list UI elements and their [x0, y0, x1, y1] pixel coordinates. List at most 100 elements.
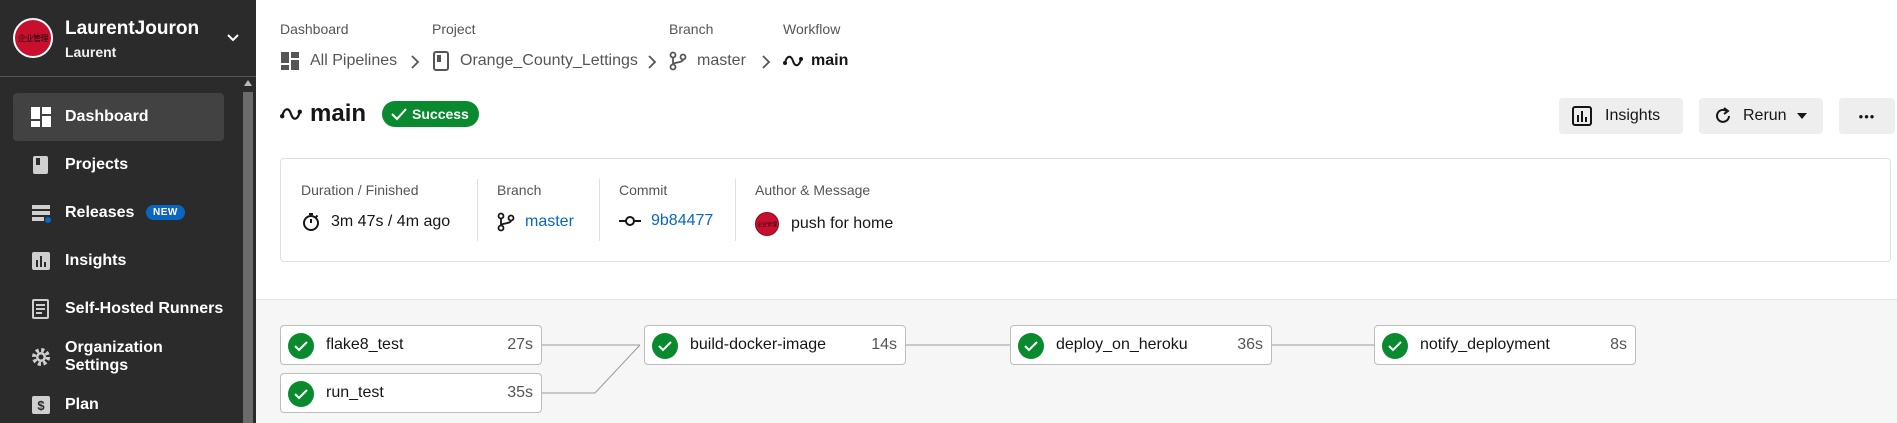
org-switcher[interactable]: 企业管理 LaurentJouron Laurent	[0, 0, 256, 75]
breadcrumb-all-pipelines[interactable]: All Pipelines	[280, 51, 397, 71]
branch-icon	[497, 212, 515, 232]
workflow-header: main Success	[280, 100, 479, 128]
breadcrumb-label-workflow: Workflow	[783, 21, 841, 37]
job-name: run_test	[326, 384, 384, 401]
org-avatar: 企业管理	[13, 18, 53, 58]
page-title: main	[310, 100, 367, 127]
org-name: LaurentJouron	[65, 18, 200, 39]
stopwatch-icon	[303, 213, 319, 231]
svg-text:$: $	[37, 398, 45, 413]
chevron-down-icon[interactable]	[224, 28, 242, 46]
commit-message: push for home	[791, 215, 894, 232]
workflow-icon	[280, 108, 302, 120]
sidebar-item-label: Releases	[65, 204, 135, 221]
plan-icon: $	[30, 394, 52, 416]
avatar: 企业管理	[755, 212, 779, 236]
job-name: notify_deployment	[1420, 336, 1550, 353]
sidebar-item-dashboard[interactable]: Dashboard	[13, 93, 224, 141]
job-name: build-docker-image	[690, 336, 827, 353]
job-duration: 36s	[1237, 336, 1263, 353]
gear-icon	[30, 346, 52, 368]
releases-icon	[30, 202, 52, 224]
more-options-button[interactable]: •••	[1839, 98, 1895, 134]
book-icon	[30, 154, 52, 176]
breadcrumb-text: main	[811, 52, 849, 69]
sidebar-item-runners[interactable]: Self-Hosted Runners	[13, 285, 224, 333]
branch-icon	[669, 51, 687, 71]
sidebar-scroll-thumb[interactable]	[243, 92, 253, 423]
refresh-icon	[1716, 107, 1730, 123]
sidebar-item-releases[interactable]: Releases NEW	[13, 189, 224, 237]
sidebar-nav: Dashboard Projects Releases NEW Insights…	[0, 93, 240, 423]
commit-link[interactable]: 9b84477	[619, 212, 713, 230]
main-content: Dashboard Project Branch Workflow All Pi…	[256, 0, 1897, 423]
insights-button-label: Insights	[1605, 107, 1661, 124]
sidebar-divider	[0, 76, 256, 77]
sidebar-item-projects[interactable]: Projects	[13, 141, 224, 189]
commit-icon	[619, 216, 641, 226]
more-options-icon: •••	[1858, 108, 1876, 124]
branch-label: Branch	[497, 182, 542, 198]
breadcrumb-workflow: main	[783, 51, 848, 71]
dashboard-icon	[30, 106, 52, 128]
job-card[interactable]: flake8_test 27s	[280, 325, 542, 365]
breadcrumb-text: Orange_County_Lettings	[460, 52, 638, 69]
author-label: Author & Message	[755, 182, 871, 198]
job-duration: 14s	[871, 336, 897, 353]
job-duration: 35s	[507, 384, 533, 401]
sidebar: 企业管理 LaurentJouron Laurent Dashboard Pro…	[0, 0, 256, 423]
sidebar-item-plan[interactable]: $ Plan	[13, 381, 224, 423]
breadcrumb-text: master	[697, 52, 746, 69]
success-check-icon	[652, 333, 678, 359]
insights-button[interactable]: Insights	[1559, 98, 1683, 134]
breadcrumb-branch[interactable]: master	[669, 51, 746, 71]
chevron-right-icon	[762, 55, 771, 69]
pipeline-summary: Duration / Finished 3m 47s / 4m ago Bran…	[280, 158, 1891, 262]
job-card[interactable]: deploy_on_heroku 36s	[1010, 325, 1272, 365]
breadcrumb-label-project: Project	[432, 21, 476, 37]
chevron-right-icon	[411, 55, 420, 69]
rerun-button-label: Rerun	[1743, 107, 1787, 124]
sidebar-item-organization-settings[interactable]: Organization Settings	[13, 333, 224, 381]
job-duration: 8s	[1610, 336, 1627, 353]
book-icon	[433, 51, 449, 71]
scroll-up-arrow-icon[interactable]	[244, 80, 252, 86]
workflow-graph: flake8_test 27s run_test 35s build-docke…	[256, 299, 1897, 423]
success-check-icon	[1018, 333, 1044, 359]
org-user: Laurent	[65, 44, 117, 60]
sidebar-item-label: Insights	[65, 252, 127, 269]
sidebar-item-label: Plan	[65, 396, 99, 413]
rerun-button[interactable]: Rerun	[1699, 98, 1823, 134]
duration-value: 3m 47s / 4m ago	[301, 212, 450, 232]
job-name: deploy_on_heroku	[1056, 336, 1188, 353]
status-text: Success	[412, 106, 469, 122]
workflow-icon	[783, 55, 803, 67]
job-card[interactable]: notify_deployment 8s	[1374, 325, 1636, 365]
status-badge: Success	[382, 101, 479, 127]
chevron-right-icon	[648, 55, 657, 69]
insights-icon	[30, 250, 52, 272]
branch-link[interactable]: master	[497, 212, 574, 232]
success-check-icon	[288, 333, 314, 359]
summary-divider	[599, 179, 600, 241]
success-check-icon	[288, 381, 314, 407]
job-duration: 27s	[507, 336, 533, 353]
job-card[interactable]: build-docker-image 14s	[644, 325, 906, 365]
breadcrumb-label-dashboard: Dashboard	[280, 21, 349, 37]
breadcrumb-project[interactable]: Orange_County_Lettings	[432, 51, 638, 71]
summary-divider	[735, 179, 736, 241]
summary-divider	[477, 179, 478, 241]
sidebar-item-label: Dashboard	[65, 108, 149, 125]
success-check-icon	[1382, 333, 1408, 359]
duration-label: Duration / Finished	[301, 182, 419, 198]
sidebar-item-label: Projects	[65, 156, 129, 173]
author-message: 企业管理 push for home	[755, 212, 893, 236]
dashboard-icon	[281, 52, 299, 70]
sidebar-item-label: Self-Hosted Runners	[65, 300, 224, 317]
check-icon	[391, 108, 407, 121]
job-card[interactable]: run_test 35s	[280, 373, 542, 413]
new-badge: NEW	[146, 205, 185, 220]
sidebar-item-insights[interactable]: Insights	[13, 237, 224, 285]
insights-icon	[1572, 106, 1592, 126]
caret-down-icon	[1796, 113, 1807, 119]
